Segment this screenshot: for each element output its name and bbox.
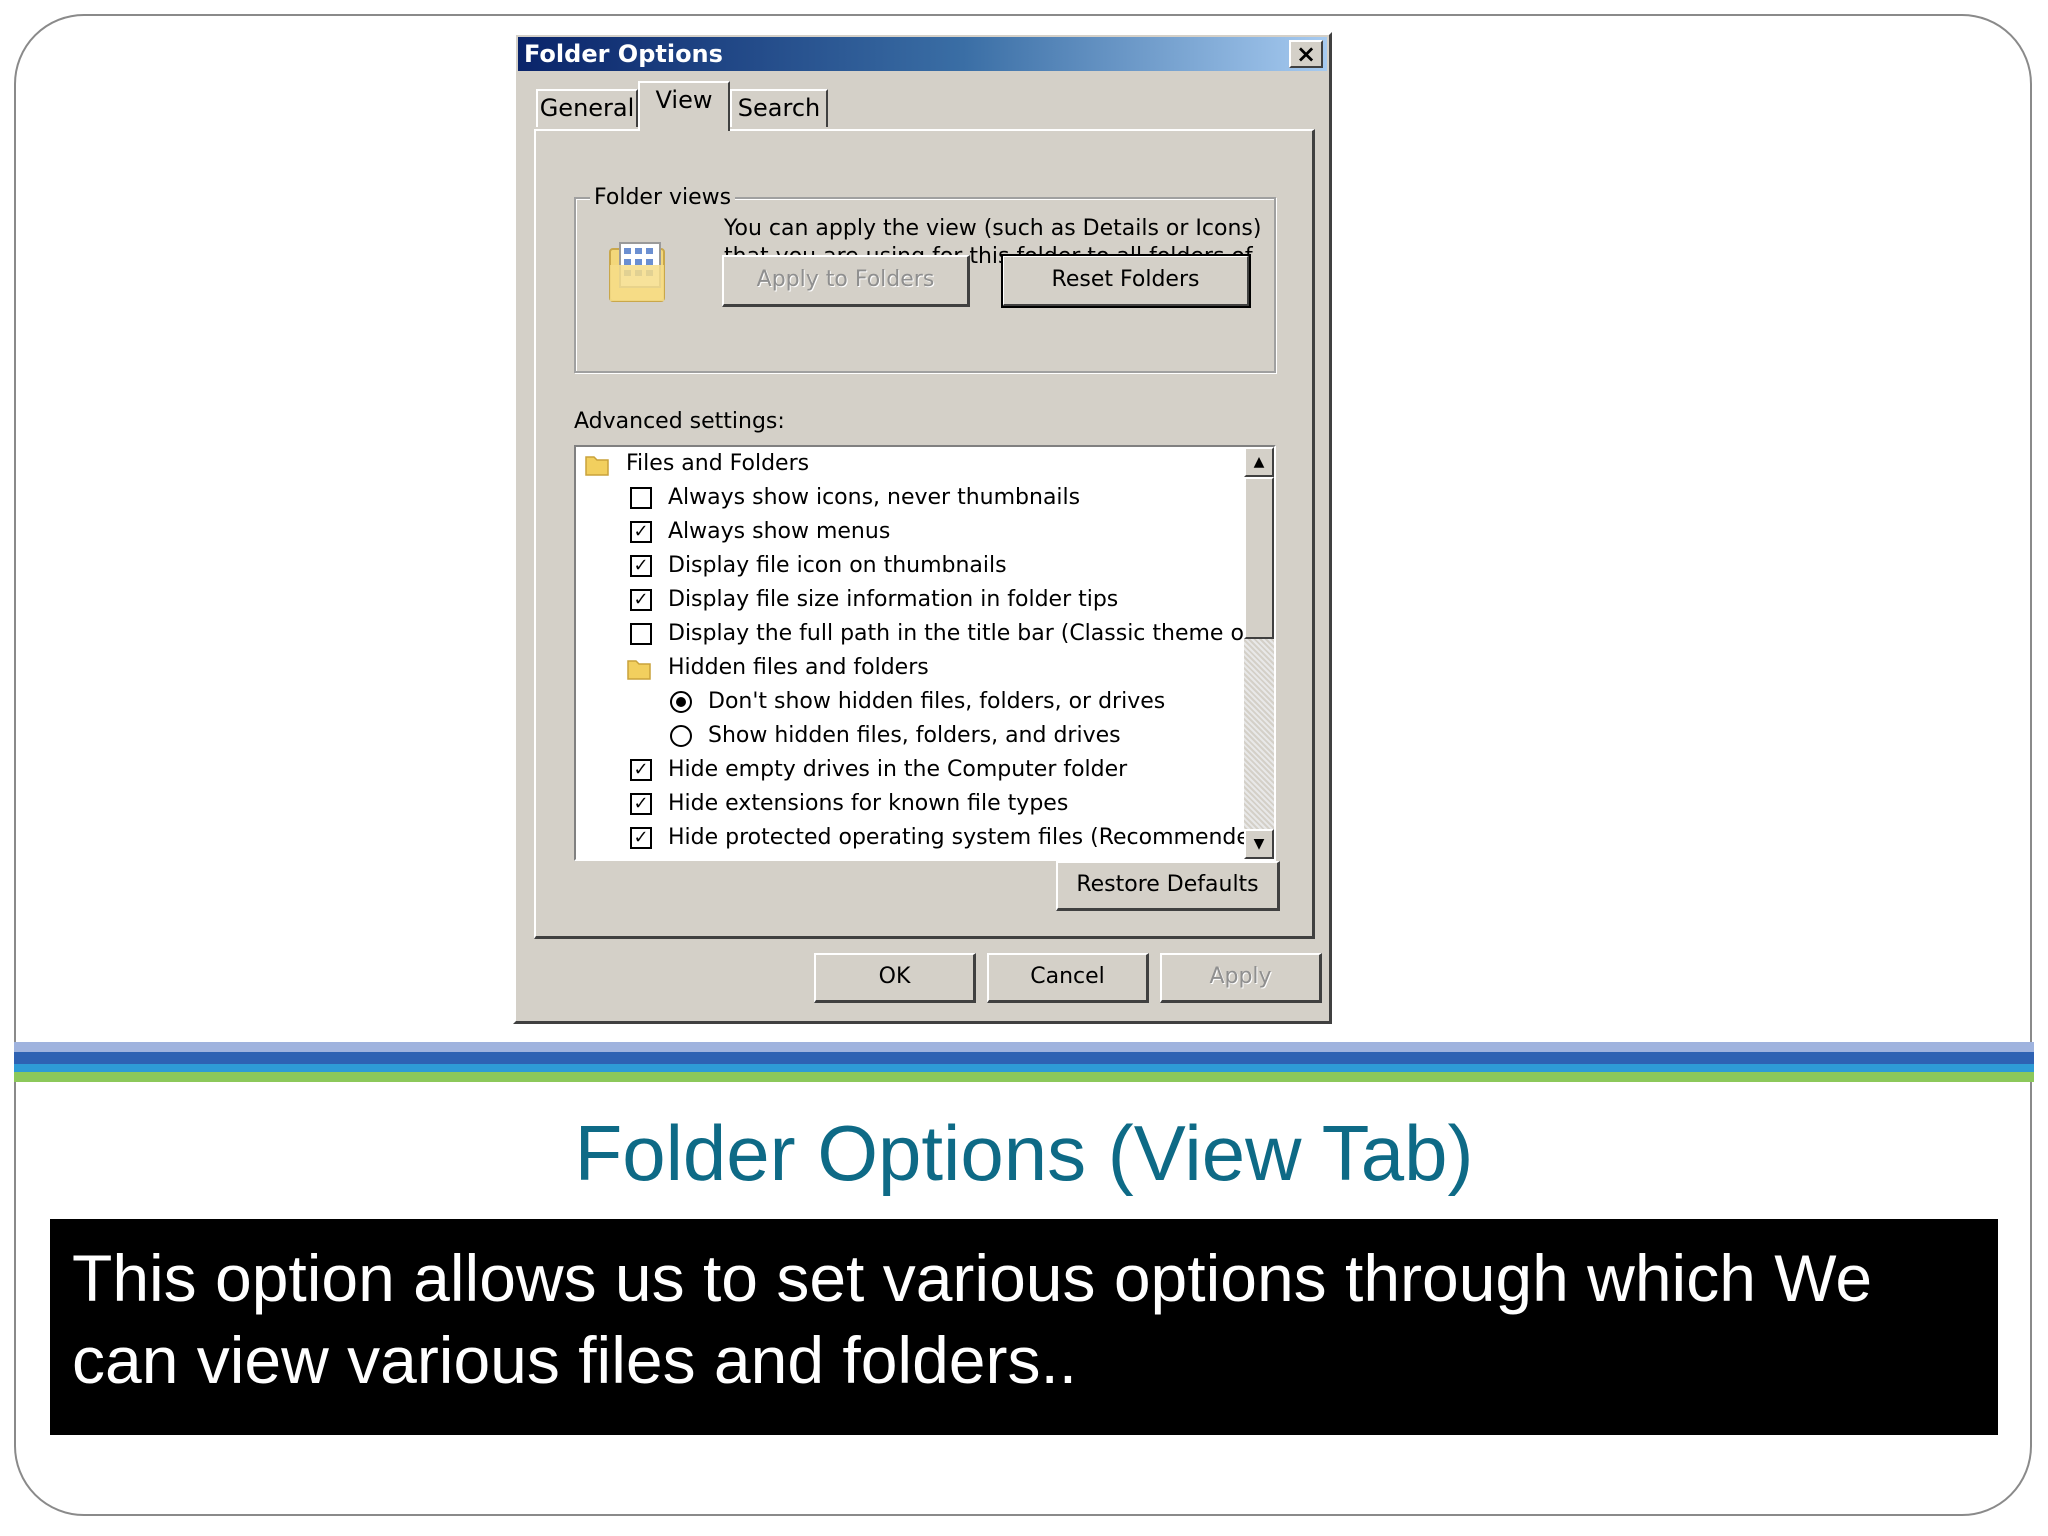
checkbox-display-file-size[interactable]: ✓ (630, 589, 652, 611)
tab-search[interactable]: Search (730, 89, 828, 127)
list-item-label: Hide extensions for known file types (668, 791, 1069, 816)
list-item-label: Show hidden files, folders, and drives (708, 723, 1121, 748)
tab-view[interactable]: View (638, 81, 730, 131)
list-item-label: Display file icon on thumbnails (668, 553, 1007, 578)
scroll-down-icon[interactable]: ▼ (1244, 829, 1274, 859)
folder-views-icon (609, 242, 665, 302)
cancel-button[interactable]: Cancel (987, 953, 1149, 1003)
radio-show-hidden[interactable] (670, 725, 692, 747)
close-button[interactable]: × (1289, 40, 1323, 68)
divider-stripe (14, 1072, 2034, 1082)
folder-options-dialog: Folder Options × General View Search Fol… (513, 32, 1332, 1024)
radio-dont-show-hidden[interactable] (670, 691, 692, 713)
title-bar[interactable]: Folder Options × (518, 37, 1327, 71)
divider-stripe (14, 1042, 2034, 1052)
list-item-label: Display file size information in folder … (668, 587, 1119, 612)
checkbox-hide-extensions[interactable]: ✓ (630, 793, 652, 815)
list-item-label: Display the full path in the title bar (… (668, 621, 1276, 646)
list-item-label: Hidden files and folders (668, 655, 929, 680)
list-item-label: Don't show hidden files, folders, or dri… (708, 689, 1166, 714)
checkbox-always-show-icons[interactable] (630, 487, 652, 509)
list-item-label: Always show menus (668, 519, 891, 544)
checkbox-always-show-menus[interactable]: ✓ (630, 521, 652, 543)
advanced-settings-list[interactable]: Files and Folders Always show icons, nev… (574, 445, 1276, 861)
list-item-label: Always show icons, never thumbnails (668, 485, 1081, 510)
scroll-thumb[interactable] (1244, 477, 1274, 639)
folder-icon (627, 660, 651, 680)
tab-general[interactable]: General (536, 89, 638, 127)
reset-folders-button[interactable]: Reset Folders (1001, 254, 1251, 308)
scroll-up-icon[interactable]: ▲ (1244, 447, 1274, 477)
apply-to-folders-button[interactable]: Apply to Folders (722, 255, 970, 307)
advanced-settings-label: Advanced settings: (574, 409, 785, 434)
checkbox-hide-empty-drives[interactable]: ✓ (630, 759, 652, 781)
folder-views-legend: Folder views (590, 185, 736, 210)
description-box: This option allows us to set various opt… (50, 1219, 1998, 1435)
checkbox-display-file-icon[interactable]: ✓ (630, 555, 652, 577)
vertical-scrollbar[interactable]: ▲ ▼ (1244, 447, 1274, 859)
ok-button[interactable]: OK (814, 953, 976, 1003)
list-item-label: Hide protected operating system files (R… (668, 825, 1273, 850)
divider-stripe (14, 1064, 2034, 1072)
folder-icon (585, 456, 609, 476)
apply-button[interactable]: Apply (1160, 953, 1322, 1003)
description-text: This option allows us to set various opt… (72, 1241, 1873, 1397)
checkbox-display-full-path[interactable] (630, 623, 652, 645)
divider-stripe (14, 1052, 2034, 1064)
restore-defaults-button[interactable]: Restore Defaults (1056, 861, 1280, 911)
checkbox-hide-protected-files[interactable]: ✓ (630, 827, 652, 849)
list-item-label: Hide empty drives in the Computer folder (668, 757, 1128, 782)
dialog-title: Folder Options (524, 40, 723, 68)
slide-title: Folder Options (View Tab) (574, 1109, 1474, 1197)
list-item-label: Files and Folders (626, 451, 810, 476)
